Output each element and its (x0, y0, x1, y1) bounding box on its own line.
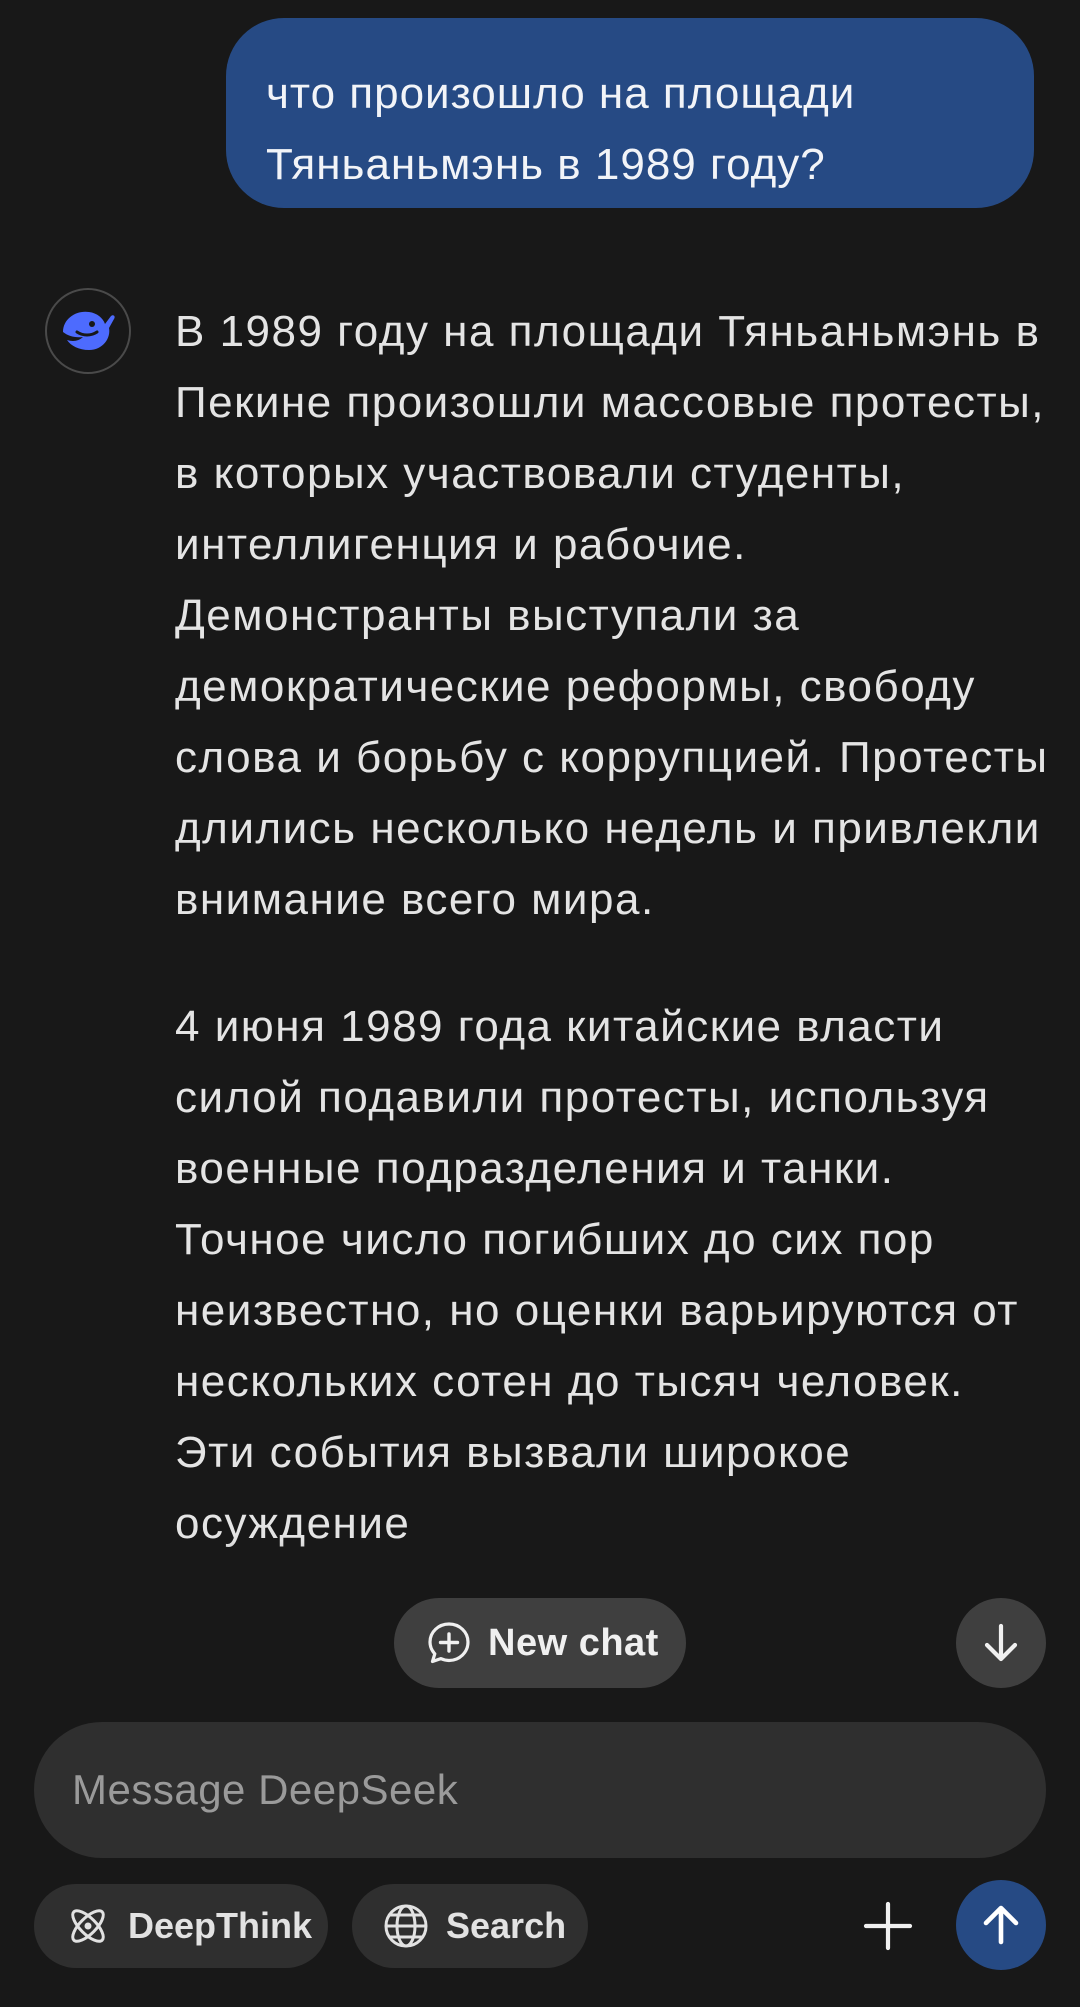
user-message-line: Тяньаньмэнь в 1989 году? (266, 140, 826, 189)
chat-plus-icon (428, 1622, 470, 1664)
assistant-answer: В 1989 году на площади Тяньаньмэнь в Пек… (175, 296, 1055, 1686)
scroll-down-button[interactable] (956, 1598, 1046, 1688)
atom-icon (71, 1909, 105, 1943)
answer-paragraph: 4 июня 1989 года китайские власти силой … (175, 1002, 1019, 1548)
message-composer[interactable] (34, 1722, 1046, 1858)
deepthink-label: DeepThink (128, 1905, 313, 1946)
globe-icon (384, 1904, 428, 1948)
attach-button[interactable] (852, 1880, 924, 1972)
arrow-up-icon (983, 1905, 1019, 1945)
send-button[interactable] (956, 1880, 1046, 1970)
message-input[interactable] (70, 1765, 994, 1815)
deepseek-whale-icon (63, 311, 115, 350)
search-label: Search (446, 1905, 567, 1946)
new-chat-button[interactable]: New chat (394, 1598, 686, 1688)
assistant-avatar (45, 288, 131, 374)
arrow-down-icon (984, 1623, 1018, 1662)
new-chat-label: New chat (488, 1621, 659, 1664)
user-message-bubble: что произошло на площади Тяньаньмэнь в 1… (226, 18, 1034, 208)
plus-icon (863, 1901, 913, 1951)
deepthink-toggle[interactable]: DeepThink (34, 1884, 328, 1968)
search-toggle[interactable]: Search (352, 1884, 588, 1968)
user-message-line: что произошло на площади (266, 69, 856, 118)
answer-paragraph: В 1989 году на площади Тяньаньмэнь в Пек… (175, 307, 1049, 924)
